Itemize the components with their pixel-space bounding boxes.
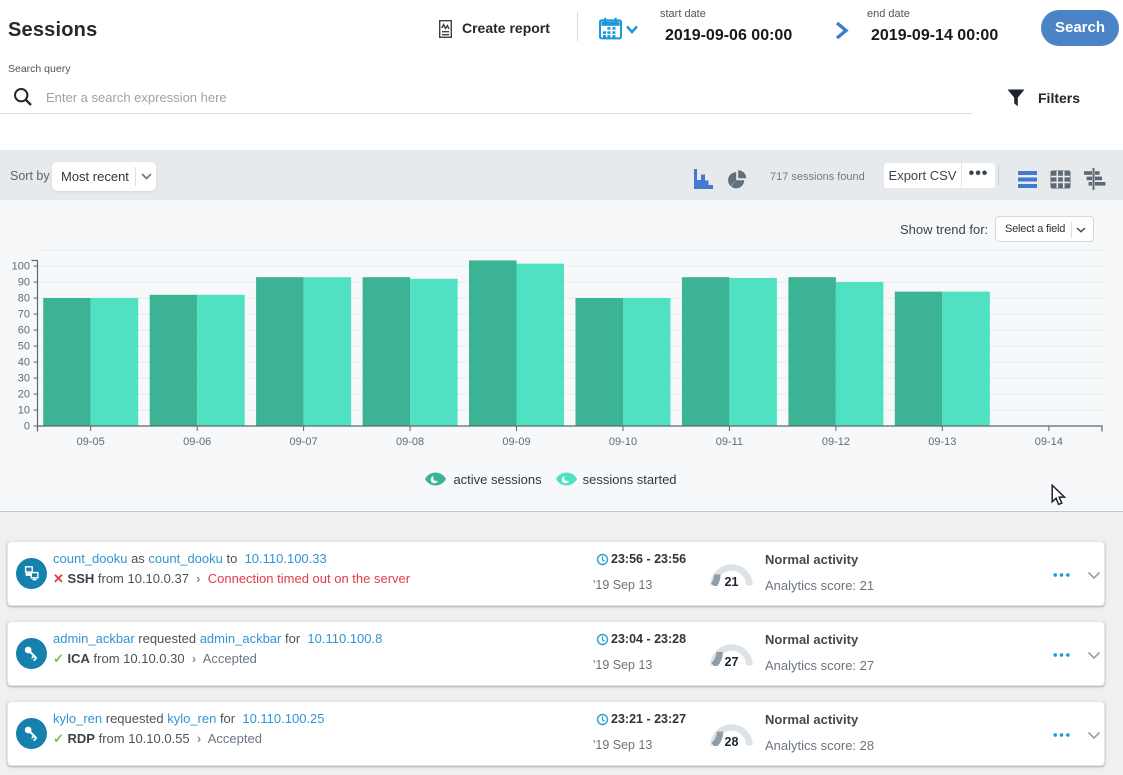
svg-text:10: 10 — [18, 405, 30, 417]
svg-text:0: 0 — [24, 421, 30, 433]
svg-text:50: 50 — [18, 341, 30, 353]
svg-text:09-08: 09-08 — [396, 436, 424, 448]
svg-text:09-06: 09-06 — [183, 436, 211, 448]
svg-text:09-12: 09-12 — [822, 436, 850, 448]
svg-text:40: 40 — [18, 357, 30, 369]
svg-text:09-07: 09-07 — [290, 436, 318, 448]
svg-text:09-11: 09-11 — [716, 436, 743, 448]
svg-text:09-14: 09-14 — [1035, 436, 1063, 448]
svg-text:90: 90 — [18, 277, 30, 289]
svg-text:70: 70 — [18, 309, 30, 321]
svg-text:09-13: 09-13 — [928, 436, 956, 448]
svg-text:80: 80 — [18, 293, 30, 305]
svg-text:09-05: 09-05 — [77, 436, 105, 448]
svg-text:60: 60 — [18, 325, 30, 337]
svg-text:09-09: 09-09 — [502, 436, 530, 448]
svg-text:100: 100 — [12, 261, 30, 273]
svg-text:30: 30 — [18, 373, 30, 385]
svg-text:20: 20 — [18, 389, 30, 401]
svg-text:09-10: 09-10 — [609, 436, 637, 448]
